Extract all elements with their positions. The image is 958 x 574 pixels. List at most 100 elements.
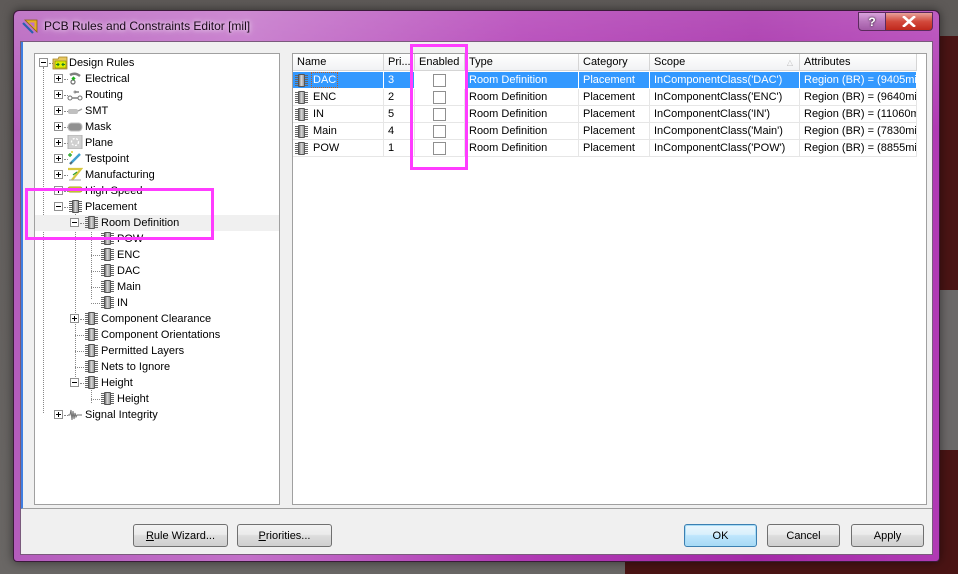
cell-category[interactable]: Placement [579, 140, 650, 157]
apply-button[interactable]: Apply [851, 524, 924, 547]
cell-type[interactable]: Room Definition [465, 123, 579, 140]
column-header-category[interactable]: Category [579, 54, 650, 71]
tree-item-room-definition[interactable]: Room Definition [35, 215, 279, 231]
cell-scope[interactable]: InComponentClass('DAC') [650, 72, 800, 89]
expand-toggle[interactable] [54, 410, 63, 419]
expand-toggle[interactable] [54, 138, 63, 147]
tree-item-rule[interactable]: Main [35, 279, 279, 295]
cell-name[interactable]: IN [293, 106, 384, 123]
cell-priority[interactable]: 4 [384, 123, 415, 140]
tree-item-plane[interactable]: Plane [35, 135, 279, 151]
cell-attributes[interactable]: Region (BR) = (9640mil, [800, 89, 917, 106]
tree-item-rule[interactable]: IN [35, 295, 279, 311]
tree-item-component-clearance[interactable]: Component Clearance [35, 311, 279, 327]
cell-scope[interactable]: InComponentClass('ENC') [650, 89, 800, 106]
cell-scope[interactable]: InComponentClass('Main') [650, 123, 800, 140]
tree-item-smt[interactable]: SMT [35, 103, 279, 119]
cell-scope[interactable]: InComponentClass('POW') [650, 140, 800, 157]
collapse-toggle[interactable] [70, 378, 79, 387]
cell-category[interactable]: Placement [579, 106, 650, 123]
table-row[interactable]: IN 5 Room Definition Placement InComponentCl… [293, 106, 917, 123]
tree-item-rule[interactable]: Height [35, 391, 279, 407]
cell-name[interactable]: POW [293, 140, 384, 157]
tree-item-rule[interactable]: POW [35, 231, 279, 247]
tree-item-high-speed[interactable]: High Speed [35, 183, 279, 199]
help-button[interactable]: ? [858, 12, 886, 31]
column-header-priority[interactable]: Pri... [384, 54, 415, 71]
expand-toggle[interactable] [54, 154, 63, 163]
rules-tree[interactable]: Design Rules Electrical Routing SMT Mask… [34, 53, 280, 505]
cell-priority[interactable]: 2 [384, 89, 415, 106]
cell-type[interactable]: Room Definition [465, 72, 579, 89]
tree-item-rule[interactable]: DAC [35, 263, 279, 279]
tree-label: Manufacturing [85, 169, 155, 181]
column-header-attributes[interactable]: Attributes [800, 54, 917, 71]
ok-button[interactable]: OK [684, 524, 757, 547]
tree-item-placement[interactable]: Placement [35, 199, 279, 215]
cell-name[interactable]: ENC [293, 89, 384, 106]
tree-item-component-orientations[interactable]: Component Orientations [35, 327, 279, 343]
table-row[interactable]: ENC 2 Room Definition Placement InComponentC… [293, 89, 917, 106]
cell-category[interactable]: Placement [579, 89, 650, 106]
cell-attributes[interactable]: Region (BR) = (8855mil, [800, 140, 917, 157]
enabled-checkbox[interactable] [433, 141, 446, 155]
close-button[interactable] [886, 12, 933, 31]
table-row[interactable]: Main 4 Room Definition Placement InComponent… [293, 123, 917, 140]
column-header-scope[interactable]: Scope △ [650, 54, 800, 71]
column-header-type[interactable]: Type [465, 54, 579, 71]
tree-item-electrical[interactable]: Electrical [35, 71, 279, 87]
expand-toggle[interactable] [54, 122, 63, 131]
collapse-toggle[interactable] [54, 202, 63, 211]
collapse-toggle[interactable] [70, 218, 79, 227]
cell-attributes[interactable]: Region (BR) = (9405mil, [800, 72, 917, 89]
cell-priority[interactable]: 5 [384, 106, 415, 123]
cell-enabled[interactable] [415, 89, 465, 106]
cell-enabled[interactable] [415, 106, 465, 123]
expand-toggle[interactable] [54, 90, 63, 99]
enabled-checkbox[interactable] [433, 107, 446, 121]
expand-toggle[interactable] [54, 170, 63, 179]
cell-priority[interactable]: 1 [384, 140, 415, 157]
tree-item-testpoint[interactable]: Testpoint [35, 151, 279, 167]
cell-name[interactable]: Main [293, 123, 384, 140]
expand-toggle[interactable] [54, 74, 63, 83]
cell-category[interactable]: Placement [579, 72, 650, 89]
table-row[interactable]: DAC 3 Room Definition Placement InComponentC… [293, 72, 917, 89]
tree-item-design-rules[interactable]: Design Rules [35, 55, 279, 71]
cell-enabled[interactable] [415, 140, 465, 157]
enabled-checkbox[interactable] [433, 90, 446, 104]
title-bar[interactable]: PCB Rules and Constraints Editor [mil] ? [14, 11, 939, 41]
cell-type[interactable]: Room Definition [465, 140, 579, 157]
tree-item-permitted-layers[interactable]: Permitted Layers [35, 343, 279, 359]
cell-enabled[interactable] [415, 72, 465, 89]
column-header-name[interactable]: Name [293, 54, 384, 71]
cell-enabled[interactable] [415, 123, 465, 140]
cell-name[interactable]: DAC [293, 72, 384, 89]
cell-attributes[interactable]: Region (BR) = (11060mil, [800, 106, 917, 123]
collapse-toggle[interactable] [39, 58, 48, 67]
priorities-button[interactable]: Priorities... [237, 524, 332, 547]
cell-type[interactable]: Room Definition [465, 106, 579, 123]
expand-toggle[interactable] [54, 186, 63, 195]
enabled-checkbox[interactable] [433, 124, 446, 138]
tree-item-nets-to-ignore[interactable]: Nets to Ignore [35, 359, 279, 375]
tree-item-signal-integrity[interactable]: Signal Integrity [35, 407, 279, 423]
column-header-enabled[interactable]: Enabled [415, 54, 465, 71]
table-row[interactable]: POW 1 Room Definition Placement InComponentC… [293, 140, 917, 157]
cell-priority[interactable]: 3 [384, 72, 415, 89]
expand-toggle[interactable] [70, 314, 79, 323]
tree-item-height[interactable]: Height [35, 375, 279, 391]
rules-table[interactable]: Name Pri... Enabled Type Category Scope … [292, 53, 927, 505]
rule-wizard-button[interactable]: Rule Wizard... [133, 524, 228, 547]
cell-attributes[interactable]: Region (BR) = (7830mil, [800, 123, 917, 140]
cancel-button[interactable]: Cancel [767, 524, 840, 547]
tree-item-routing[interactable]: Routing [35, 87, 279, 103]
tree-item-rule[interactable]: ENC [35, 247, 279, 263]
tree-item-mask[interactable]: Mask [35, 119, 279, 135]
cell-type[interactable]: Room Definition [465, 89, 579, 106]
cell-category[interactable]: Placement [579, 123, 650, 140]
cell-scope[interactable]: InComponentClass('IN') [650, 106, 800, 123]
enabled-checkbox[interactable] [433, 73, 446, 87]
tree-item-manufacturing[interactable]: Manufacturing [35, 167, 279, 183]
expand-toggle[interactable] [54, 106, 63, 115]
